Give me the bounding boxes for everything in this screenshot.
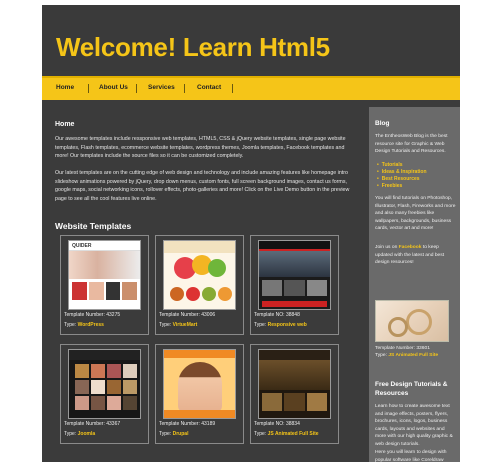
nav-separator: [88, 84, 89, 93]
site-title: Welcome! Learn Html5: [56, 32, 330, 62]
template-card[interactable]: QUIDER Template Number: 43275 Type: Word…: [60, 235, 149, 335]
template-thumbnail[interactable]: [258, 240, 331, 310]
template-number: Template Number: 43367: [64, 421, 121, 427]
sidebar: Blog The EntheosWeb Blog is the best res…: [369, 107, 460, 462]
main-nav: Home About Us Services Contact: [42, 76, 460, 100]
template-number: Template Number: 43006: [159, 312, 216, 318]
template-card[interactable]: Template Number: 43367 Type: Joomla: [60, 344, 149, 444]
sidebar-links: Tutorials Ideas & Inspiration Best Resou…: [377, 162, 427, 190]
site-header: Welcome! Learn Html5: [42, 5, 460, 71]
template-thumbnail[interactable]: [258, 349, 331, 419]
main-content: Home Our awesome templates include ressp…: [42, 107, 366, 462]
nav-separator: [232, 84, 233, 93]
nav-item-contact[interactable]: Contact: [197, 84, 221, 91]
page-heading: Home: [55, 121, 75, 128]
template-card[interactable]: Template Number: 43006 Type: VirtueMart: [155, 235, 244, 335]
template-card[interactable]: Template NO: 38834 Type: JS Animated Ful…: [250, 344, 339, 444]
details-paragraph: Our latest templates are on the cutting …: [55, 170, 350, 202]
sidebar-tutorials-text: You will find tutorials on Photoshop, Il…: [375, 196, 456, 232]
sidebar-link-freebies[interactable]: Freebies: [377, 183, 427, 190]
template-number: Template NO: 38848: [254, 312, 300, 318]
sidebar-blog-title: Blog: [375, 120, 390, 127]
sidebar-link-resources[interactable]: Best Resources: [377, 176, 427, 183]
sidebar-link-tutorials[interactable]: Tutorials: [377, 162, 427, 169]
template-number: Template Number: 43275: [64, 312, 121, 318]
featured-type-link[interactable]: JS Animated Full Site: [388, 353, 438, 358]
template-type: Type: WordPress: [64, 322, 104, 328]
template-type-link[interactable]: Responsive web: [268, 322, 307, 328]
nav-separator: [136, 84, 137, 93]
templates-heading: Website Templates: [55, 221, 132, 231]
featured-template-type: Type: JS Animated Full Site: [375, 353, 439, 358]
sidebar-free-title: Free Design Tutorials & Resources: [375, 381, 448, 397]
nav-item-about-us[interactable]: About Us: [99, 84, 128, 91]
featured-template-image[interactable]: [375, 300, 449, 342]
sidebar-free-text: Learn how to create awesome text and ima…: [375, 404, 453, 447]
template-number: Template Number: 43189: [159, 421, 216, 427]
nav-item-services[interactable]: Services: [148, 84, 175, 91]
template-type-link[interactable]: WordPress: [78, 322, 104, 328]
thumb-logo-text: QUIDER: [69, 241, 140, 251]
template-type-link[interactable]: Drupal: [173, 431, 189, 437]
template-thumbnail[interactable]: [163, 349, 236, 419]
page: Welcome! Learn Html5 Home About Us Servi…: [42, 5, 460, 462]
template-type: Type: Responsive web: [254, 322, 307, 328]
template-card[interactable]: Template Number: 43189 Type: Drupal: [155, 344, 244, 444]
intro-paragraph: Our awesome templates include ressponsiv…: [55, 136, 346, 160]
template-thumbnail[interactable]: [68, 349, 141, 419]
facebook-link[interactable]: Facebook: [399, 245, 422, 250]
template-type: Type: JS Animated Full Site: [254, 431, 319, 437]
sidebar-blog-text: The EntheosWeb Blog is the best resource…: [375, 134, 448, 155]
template-type: Type: Drupal: [159, 431, 189, 437]
template-type: Type: VirtueMart: [159, 322, 198, 328]
sidebar-link-ideas[interactable]: Ideas & Inspiration: [377, 169, 427, 176]
nav-separator: [184, 84, 185, 93]
nav-item-home[interactable]: Home: [56, 84, 74, 91]
sidebar-facebook-text: Join us on Facebook to keep updated with…: [375, 245, 445, 266]
template-type: Type: Joomla: [64, 431, 96, 437]
template-thumbnail[interactable]: QUIDER: [68, 240, 141, 310]
template-type-link[interactable]: Joomla: [78, 431, 96, 437]
template-number: Template NO: 38834: [254, 421, 300, 427]
template-card[interactable]: Template NO: 38848 Type: Responsive web: [250, 235, 339, 335]
template-type-link[interactable]: VirtueMart: [173, 322, 198, 328]
sidebar-free-text-2: Here you will learn to design with popul…: [375, 450, 447, 462]
template-thumbnail[interactable]: [163, 240, 236, 310]
template-type-link[interactable]: JS Animated Full Site: [268, 431, 319, 437]
